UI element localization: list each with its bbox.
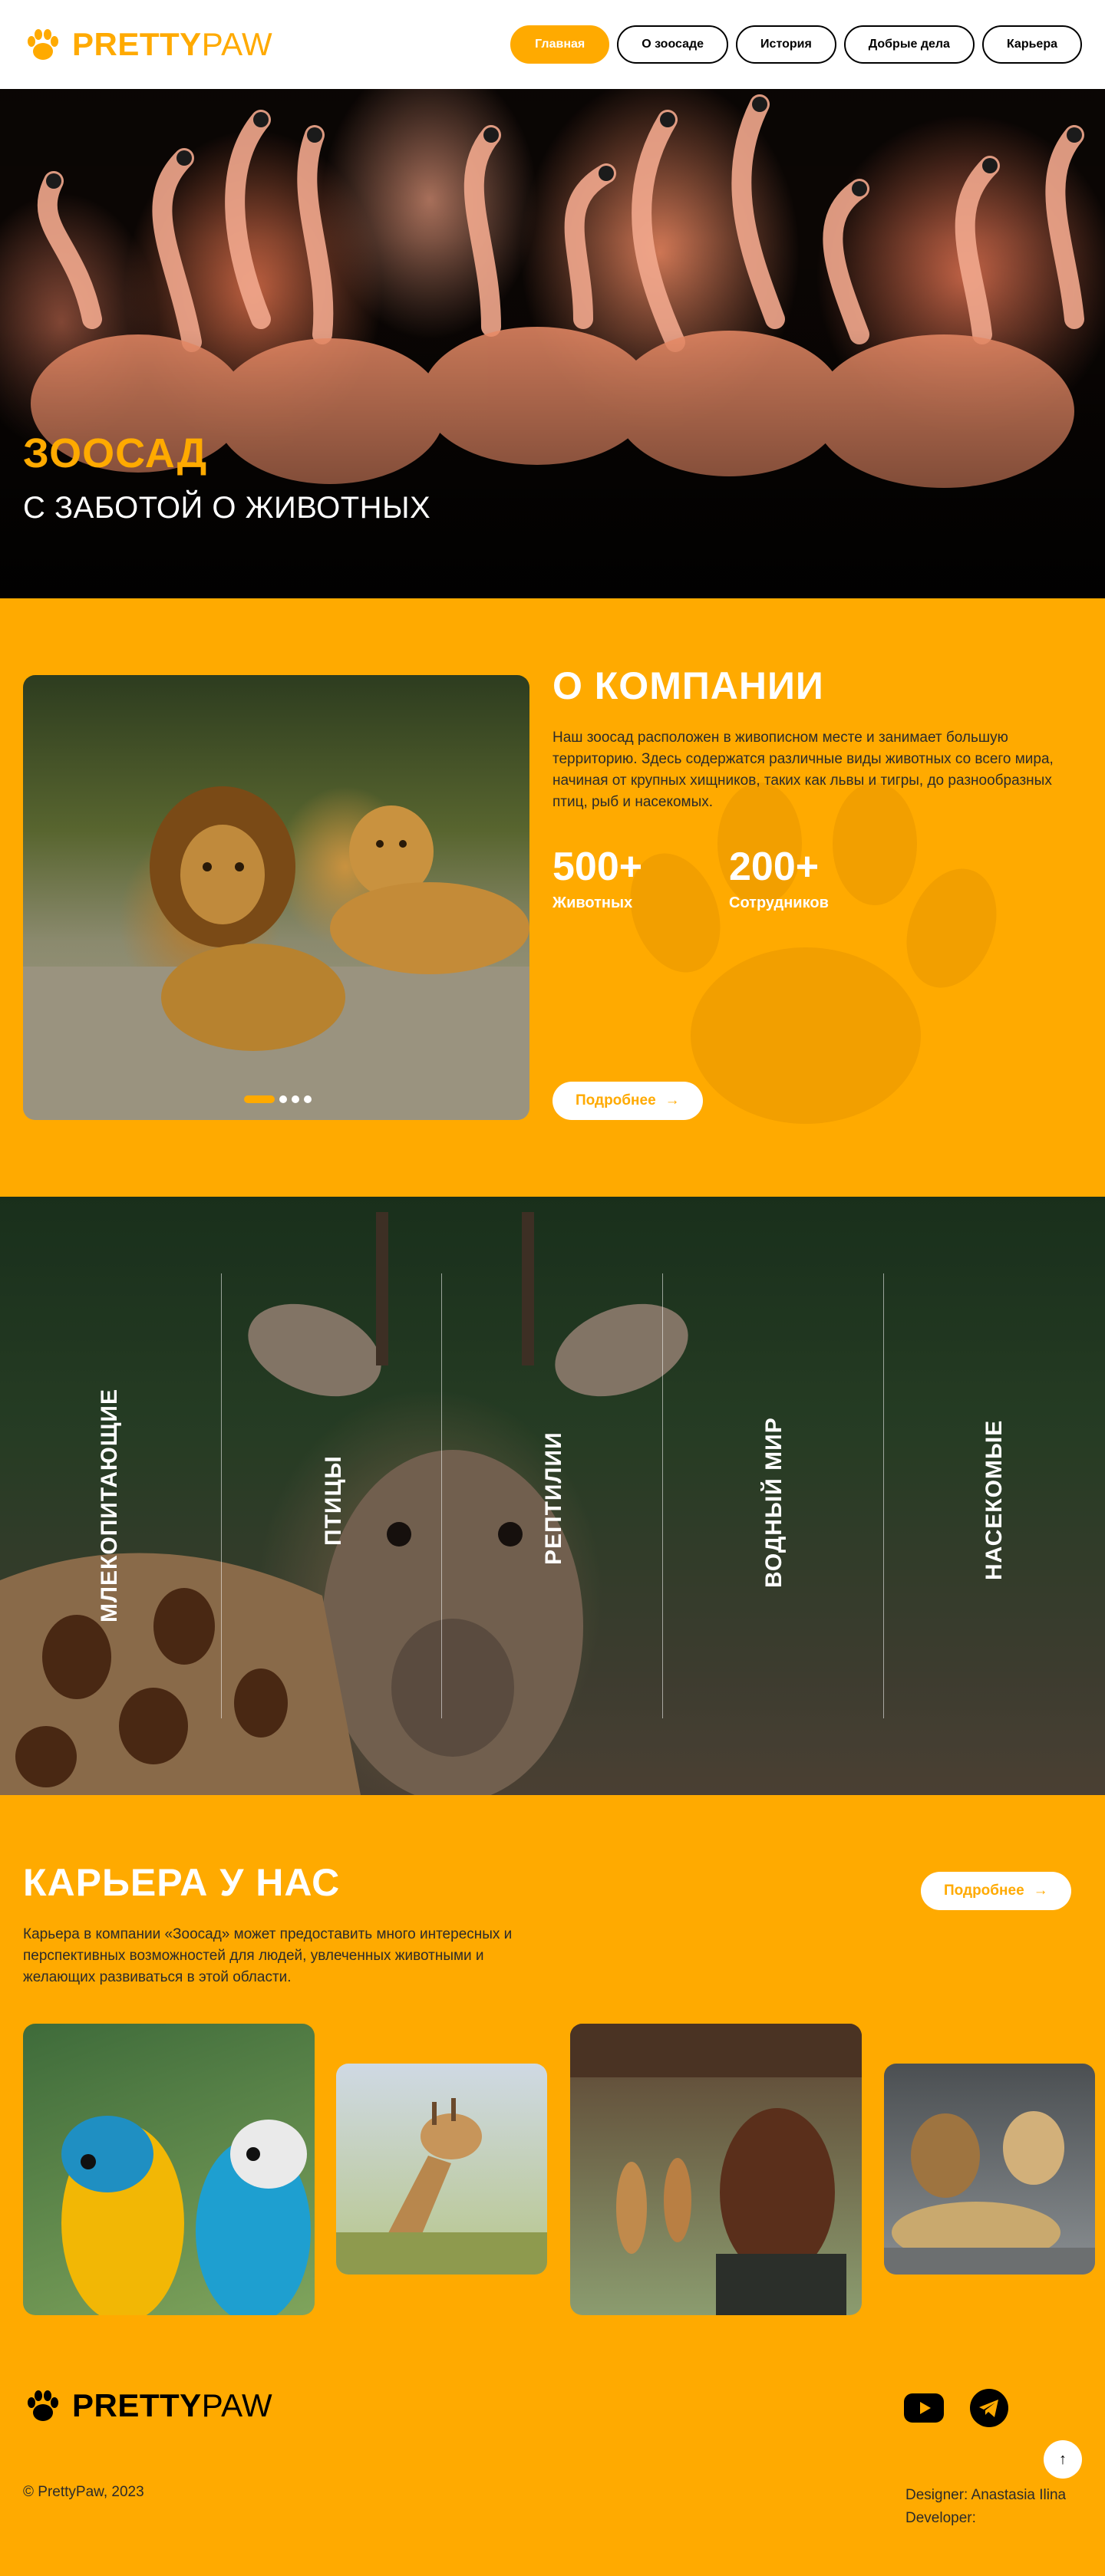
slider-dot-1[interactable]	[244, 1095, 275, 1103]
category-birds[interactable]: ПТИЦЫ	[321, 1455, 347, 1546]
slider-dot-2[interactable]	[279, 1095, 287, 1103]
stat-staff-label: Сотрудников	[729, 894, 829, 911]
career-photo-giraffe	[336, 2064, 547, 2275]
category-water-world[interactable]: ВОДНЫЙ МИР	[761, 1417, 787, 1588]
nav-good-deeds[interactable]: Добрые дела	[843, 25, 975, 64]
copyright: © PrettyPaw, 2023	[23, 2484, 144, 2500]
youtube-link[interactable]	[904, 2388, 944, 2428]
career-photo-parrots	[23, 2024, 315, 2315]
paw-icon	[28, 2390, 58, 2421]
footer-logo[interactable]: PRETTYPAW	[23, 2386, 272, 2426]
career-photo-lions	[884, 2064, 1095, 2275]
category-divider	[441, 1273, 442, 1718]
category-divider	[221, 1273, 222, 1718]
lions-small-photo	[884, 2111, 1095, 2275]
stat-animals-label: Животных	[552, 894, 633, 911]
category-divider	[883, 1273, 884, 1718]
about-section: О КОМПАНИИ Наш зоосад расположен в живоп…	[0, 598, 1105, 1197]
category-reptiles[interactable]: РЕПТИЛИИ	[541, 1431, 567, 1565]
stat-staff: 200+ Сотрудников	[729, 844, 829, 912]
slider-dot-3[interactable]	[292, 1095, 299, 1103]
arrow-right-icon: →	[665, 1092, 680, 1108]
parrots-photo	[61, 2116, 311, 2315]
brand-logo[interactable]: PRETTYPAW	[23, 25, 272, 64]
stat-staff-value: 200+	[729, 845, 820, 889]
slider-dot-4[interactable]	[304, 1095, 312, 1103]
designer-credit: Designer: Anastasia Ilina	[905, 2487, 1067, 2503]
footer-logo-text: PRETTYPAW	[72, 2387, 273, 2423]
nav-history[interactable]: История	[736, 25, 836, 64]
about-more-label: Подробнее	[576, 1092, 656, 1108]
main-nav: Главная О зоосаде История Добрые дела Ка…	[510, 25, 1082, 64]
career-text: Карьера в компании «Зоосад» может предос…	[23, 1926, 513, 1985]
logo-text: PRETTYPAW	[72, 26, 273, 62]
about-slider-image[interactable]	[23, 675, 529, 1120]
youtube-icon	[904, 2393, 944, 2423]
arrow-right-icon: →	[1033, 1883, 1048, 1899]
career-section: КАРЬЕРА У НАС Карьера в компании «Зоосад…	[0, 1795, 1105, 2378]
telegram-icon	[970, 2389, 1008, 2427]
giraffe-small-photo	[336, 2098, 547, 2275]
nav-career[interactable]: Карьера	[981, 25, 1082, 64]
stat-animals-value: 500+	[552, 845, 643, 889]
developer-credit: Developer:	[905, 2510, 976, 2526]
scroll-to-top-button[interactable]: ↑	[1044, 2440, 1082, 2479]
credits: Designer: Anastasia Ilina Developer:	[905, 2484, 1066, 2530]
categories-section: МЛЕКОПИТАЮЩИЕ ПТИЦЫ РЕПТИЛИИ ВОДНЫЙ МИР …	[0, 1197, 1105, 1795]
hero-subtitle: С ЗАБОТОЙ О ЖИВОТНЫХ	[23, 491, 431, 525]
site-footer: PRETTYPAW ↑ © PrettyPaw, 2023 Designer: …	[0, 2378, 1105, 2576]
career-title: КАРЬЕРА У НАС	[23, 1861, 341, 1904]
visitor-photo	[570, 2024, 862, 2315]
hero-section: PRETTYPAW Главная О зоосаде История Добр…	[0, 0, 1105, 598]
category-divider	[662, 1273, 663, 1718]
top-navbar: PRETTYPAW Главная О зоосаде История Добр…	[0, 0, 1105, 89]
about-more-button[interactable]: Подробнее →	[552, 1082, 703, 1120]
career-more-button[interactable]: Подробнее →	[921, 1872, 1071, 1910]
slider-dots	[244, 1095, 312, 1103]
telegram-link[interactable]	[969, 2388, 1009, 2428]
career-more-label: Подробнее	[944, 1883, 1024, 1899]
hero-title: ЗООСАД	[23, 430, 208, 476]
stat-animals: 500+ Животных	[552, 844, 642, 912]
about-title: О КОМПАНИИ	[552, 664, 824, 707]
lions-photo	[23, 786, 529, 1120]
nav-about[interactable]: О зоосаде	[617, 25, 729, 64]
arrow-up-icon: ↑	[1059, 2450, 1067, 2468]
category-insects[interactable]: НАСЕКОМЫЕ	[981, 1420, 1008, 1580]
nav-home[interactable]: Главная	[510, 25, 610, 64]
category-mammals[interactable]: МЛЕКОПИТАЮЩИЕ	[97, 1388, 123, 1622]
about-text: Наш зоосад расположен в живописном месте…	[552, 730, 1054, 810]
paw-icon	[28, 29, 58, 60]
career-photo-visitor	[570, 2024, 862, 2315]
